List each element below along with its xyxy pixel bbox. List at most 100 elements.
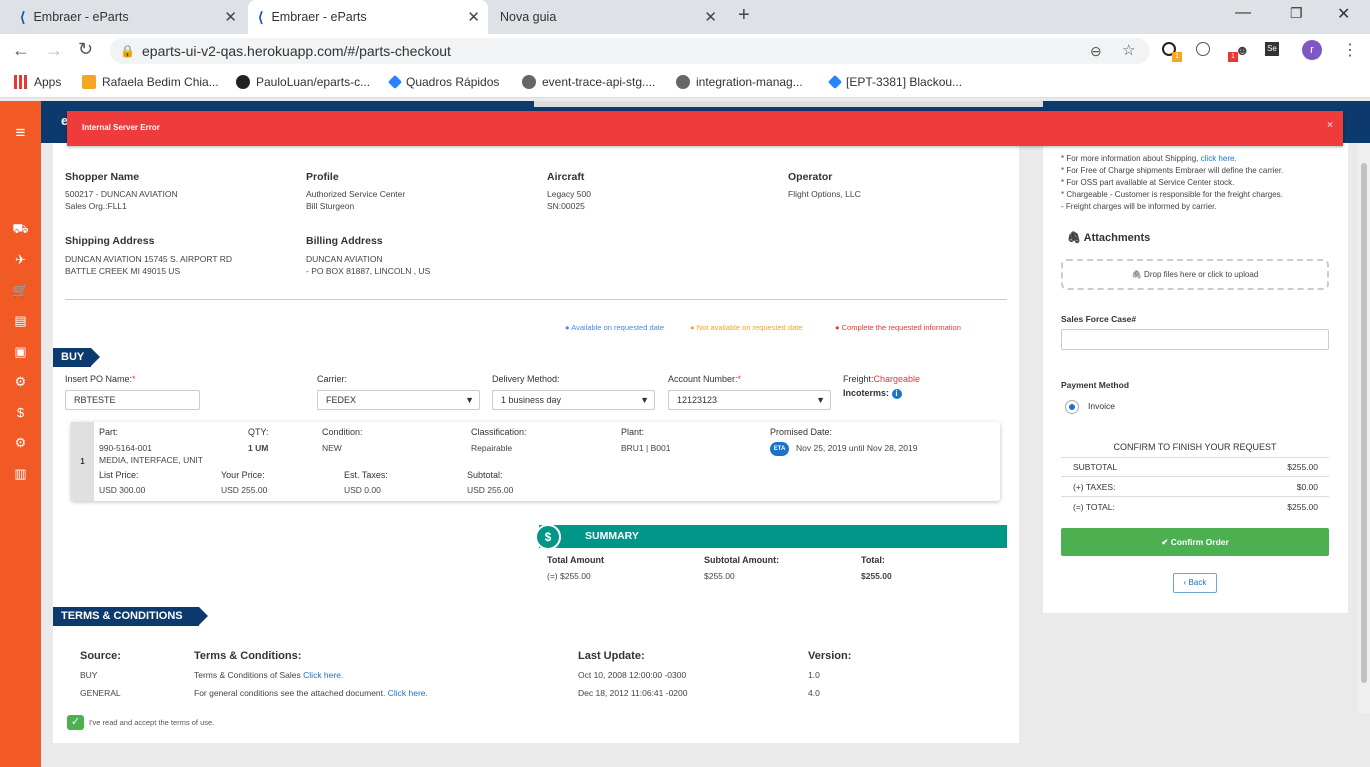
- scrollbar-thumb[interactable]: [1361, 163, 1367, 683]
- jira-icon: [387, 74, 403, 90]
- bookmark-star-icon[interactable]: ☆: [1122, 38, 1135, 64]
- zoom-icon[interactable]: ⊖: [1090, 38, 1102, 64]
- terms-link[interactable]: Click here.: [303, 670, 343, 680]
- order-side-panel: * For more information about Shipping, c…: [1043, 143, 1348, 613]
- shopper-name: 500217 - DUNCAN AVIATION: [65, 189, 178, 199]
- hamburger-menu-icon[interactable]: ≡: [0, 123, 41, 143]
- tab-title: Embraer - eParts: [33, 10, 129, 24]
- bookmark-apps[interactable]: Apps: [14, 75, 61, 89]
- back-button[interactable]: ‹ Back: [1173, 573, 1217, 593]
- bookmark-item[interactable]: Quadros Rápidos: [387, 74, 499, 90]
- tab-title: Nova guia: [500, 10, 557, 24]
- subtotal-label: Subtotal:: [467, 470, 503, 480]
- payment-method-label: Payment Method: [1061, 380, 1130, 390]
- dollar-icon: $: [535, 524, 561, 550]
- total-value: $255.00: [1287, 502, 1318, 512]
- est-taxes-value: USD 0.00: [344, 485, 381, 495]
- gears-icon[interactable]: ⚙: [0, 374, 41, 390]
- ribbon-arrow: [91, 348, 100, 366]
- bookmark-item[interactable]: PauloLuan/eparts-c...: [236, 75, 370, 89]
- po-name-input[interactable]: RBTESTE: [65, 390, 200, 410]
- profile-label: Profile: [306, 171, 339, 183]
- terms-col-version: Version:: [808, 650, 852, 662]
- check-icon: ✔: [1161, 537, 1169, 547]
- close-tab-icon[interactable]: ✕: [224, 8, 237, 26]
- browser-tab-1[interactable]: ⟨ Embraer - eParts ✕: [10, 0, 245, 34]
- profile-avatar[interactable]: r: [1302, 40, 1322, 60]
- paperclip-icon: 🖇: [1131, 270, 1142, 279]
- your-price-label: Your Price:: [221, 470, 265, 480]
- truck-icon[interactable]: ⛟: [0, 221, 41, 239]
- carrier-label: Carrier:: [317, 374, 348, 384]
- selenium-extension-icon[interactable]: Se: [1265, 42, 1279, 56]
- shipping-label: Shipping Address: [65, 235, 155, 247]
- document-icon[interactable]: ▤: [0, 313, 41, 329]
- browser-tab-3[interactable]: Nova guia ✕: [490, 0, 725, 34]
- apps-grid-icon: [14, 75, 28, 89]
- bookmark-item[interactable]: integration-manag...: [676, 75, 803, 89]
- money-icon[interactable]: $: [0, 405, 41, 420]
- address-bar[interactable]: 🔒 eparts-ui-v2-qas.herokuapp.com/#/parts…: [110, 38, 1150, 64]
- minimize-icon[interactable]: —: [1235, 4, 1251, 22]
- bookmark-favicon-icon: [82, 75, 96, 89]
- confirm-order-button[interactable]: ✔ Confirm Order: [1061, 528, 1329, 556]
- url-text: eparts-ui-v2-qas.herokuapp.com/#/parts-c…: [142, 43, 451, 59]
- menu-icon[interactable]: ⋮: [1342, 40, 1358, 60]
- restore-icon[interactable]: ❐: [1290, 5, 1303, 22]
- browser-tab-2-active[interactable]: ⟨ Embraer - eParts ✕: [248, 0, 488, 34]
- aircraft-serial: SN:00025: [547, 201, 585, 211]
- sales-force-case-label: Sales Force Case#: [1061, 314, 1137, 324]
- profile-type: Authorized Service Center: [306, 189, 406, 199]
- chart-icon[interactable]: ▥: [0, 466, 41, 482]
- subtotal-value: USD 255.00: [467, 485, 514, 495]
- classification-value: Repairable: [471, 443, 513, 453]
- globe-icon: [522, 75, 536, 89]
- bookmark-item[interactable]: [EPT-3381] Blackou...: [827, 74, 962, 90]
- carrier-select[interactable]: FEDEX: [317, 390, 480, 410]
- close-error-icon[interactable]: ×: [1327, 120, 1333, 131]
- close-tab-icon[interactable]: ✕: [704, 8, 717, 26]
- accept-terms-checkbox[interactable]: ✓: [67, 715, 84, 730]
- airplane-icon[interactable]: ✈: [0, 252, 41, 268]
- bookmark-item[interactable]: Rafaela Bedim Chia...: [82, 75, 219, 89]
- box-icon[interactable]: ▣: [0, 344, 41, 360]
- reload-icon[interactable]: ↻: [78, 39, 93, 60]
- shipping-info-link[interactable]: click here.: [1201, 154, 1237, 163]
- file-dropzone[interactable]: 🖇 Drop files here or click to upload: [1061, 259, 1329, 290]
- taxes-value: $0.00: [1296, 482, 1318, 492]
- account-number-select[interactable]: 12123123: [668, 390, 831, 410]
- info-icon[interactable]: i: [891, 389, 902, 399]
- freight-info: Freight:Chargeable: [843, 374, 921, 384]
- close-tab-icon[interactable]: ✕: [467, 8, 480, 26]
- forward-icon[interactable]: →: [45, 40, 63, 61]
- close-window-icon[interactable]: ✕: [1337, 4, 1350, 24]
- summary-header: $ SUMMARY: [535, 524, 1007, 550]
- operator-label: Operator: [788, 171, 833, 183]
- settings-icon[interactable]: ⚙: [0, 435, 41, 451]
- github-icon: [236, 75, 250, 89]
- terms-link[interactable]: Click here.: [388, 688, 428, 698]
- divider: [1061, 476, 1329, 477]
- terms-row-source: BUY: [80, 670, 98, 680]
- invoice-radio[interactable]: [1065, 400, 1079, 414]
- accept-terms-label: I've read and accept the terms of use.: [89, 718, 215, 727]
- cart-icon[interactable]: 🛒: [0, 283, 41, 299]
- bookmark-item[interactable]: event-trace-api-stg....: [522, 75, 655, 89]
- part-item-card: 1 Part: 990-5164-001 MEDIA, INTERFACE, U…: [71, 422, 1000, 501]
- sales-force-case-input[interactable]: [1061, 329, 1329, 350]
- summary-title: SUMMARY: [585, 530, 639, 542]
- aircraft-model: Legacy 500: [547, 189, 591, 199]
- promised-date-label: Promised Date:: [770, 427, 833, 437]
- billing-line1: DUNCAN AVIATION: [306, 254, 383, 264]
- new-tab-icon[interactable]: +: [738, 4, 750, 27]
- scrollbar[interactable]: [1358, 143, 1370, 713]
- delivery-method-select[interactable]: 1 business day: [492, 390, 655, 410]
- classification-label: Classification:: [471, 427, 527, 437]
- back-icon[interactable]: ←: [12, 40, 30, 61]
- extension-icon[interactable]: [1196, 42, 1210, 56]
- terms-section-title: TERMS & CONDITIONS: [53, 607, 199, 626]
- eta-badge: ETA: [770, 442, 789, 456]
- globe-icon: [676, 75, 690, 89]
- terms-row-source: GENERAL: [80, 688, 121, 698]
- ribbon-arrow: [199, 607, 208, 625]
